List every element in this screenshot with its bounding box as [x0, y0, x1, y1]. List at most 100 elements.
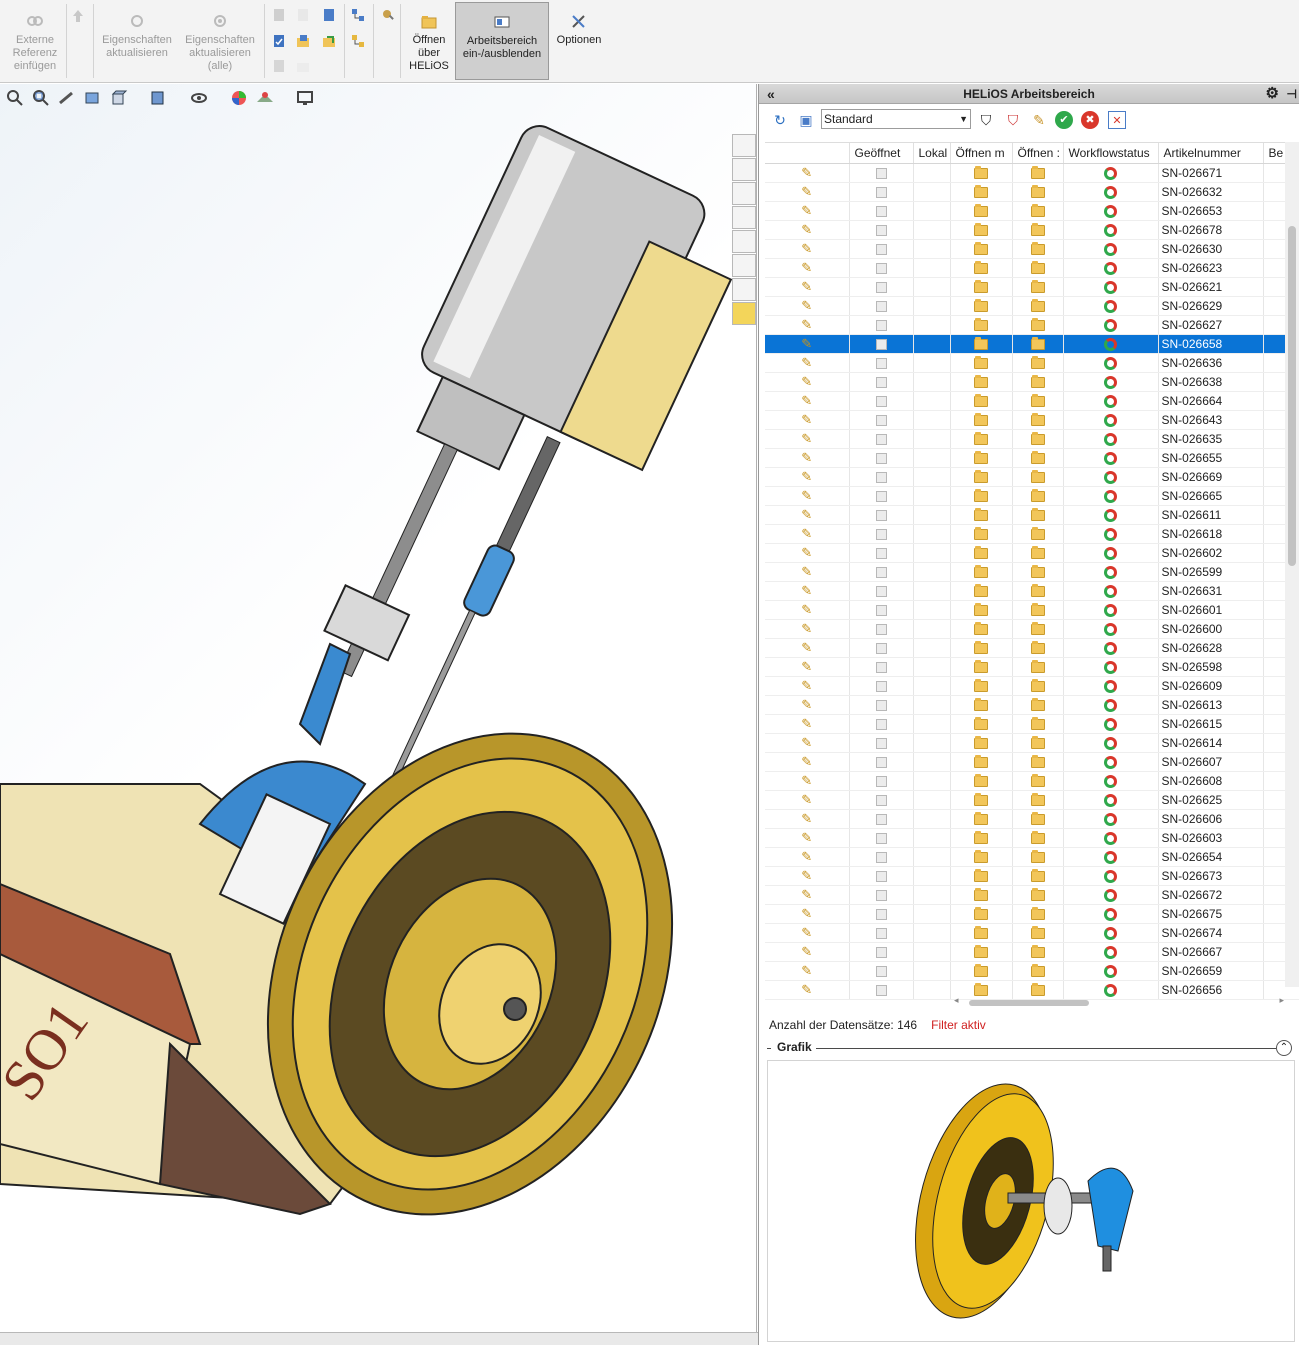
grid-vertical-scrollbar[interactable] [1285, 142, 1299, 987]
edit-cell[interactable]: ✎ [765, 942, 850, 962]
design-library-tab-icon[interactable] [732, 158, 756, 181]
open-cell[interactable] [1012, 201, 1064, 221]
custom-properties-tab-icon[interactable] [732, 254, 756, 277]
opened-checkbox[interactable] [875, 946, 887, 958]
edit-cell[interactable]: ✎ [765, 448, 850, 468]
appearances-tab-icon[interactable] [732, 230, 756, 253]
open-with-cell[interactable] [950, 372, 1013, 392]
edit-cell[interactable]: ✎ [765, 201, 850, 221]
scroll-right-icon[interactable]: ▸ [1279, 995, 1284, 1006]
opened-checkbox[interactable] [875, 984, 887, 996]
edit-cell[interactable]: ✎ [765, 163, 850, 183]
edit-cell[interactable]: ✎ [765, 391, 850, 411]
opened-checkbox[interactable] [875, 965, 887, 977]
opened-checkbox[interactable] [875, 300, 887, 312]
helios-tab-icon[interactable] [732, 302, 756, 325]
edit-cell[interactable]: ✎ [765, 581, 850, 601]
table-row[interactable]: ✎ SN-026669 [765, 467, 1299, 487]
open-with-cell[interactable] [950, 638, 1013, 658]
opened-cell[interactable] [849, 277, 914, 297]
table-row[interactable]: ✎ SN-026632 [765, 182, 1299, 202]
table-row[interactable]: ✎ SN-026608 [765, 771, 1299, 791]
table-row[interactable]: ✎ SN-026672 [765, 885, 1299, 905]
open-cell[interactable] [1012, 448, 1064, 468]
home-tab-icon[interactable] [732, 134, 756, 157]
table-row[interactable]: ✎ SN-026653 [765, 201, 1299, 221]
edit-cell[interactable]: ✎ [765, 524, 850, 544]
table-row[interactable]: ✎ SN-026606 [765, 809, 1299, 829]
open-with-cell[interactable] [950, 543, 1013, 563]
structure-folder-icon[interactable] [350, 33, 366, 49]
column-header-workflow-status[interactable]: Workflowstatus [1063, 143, 1159, 164]
open-cell[interactable] [1012, 828, 1064, 848]
opened-cell[interactable] [849, 904, 914, 924]
table-row[interactable]: ✎ SN-026636 [765, 353, 1299, 373]
grid-horizontal-scrollbar[interactable]: ◂ ▸ [954, 995, 1284, 1009]
open-with-cell[interactable] [950, 790, 1013, 810]
edit-cell[interactable]: ✎ [765, 923, 850, 943]
edit-cell[interactable]: ✎ [765, 809, 850, 829]
edit-cell[interactable]: ✎ [765, 220, 850, 240]
opened-cell[interactable] [849, 353, 914, 373]
edit-cell[interactable]: ✎ [765, 277, 850, 297]
column-header-opened[interactable]: Geöffnet [849, 143, 914, 164]
open-with-cell[interactable] [950, 923, 1013, 943]
open-cell[interactable] [1012, 790, 1064, 810]
opened-checkbox[interactable] [875, 509, 887, 521]
table-row[interactable]: ✎ SN-026678 [765, 220, 1299, 240]
open-cell[interactable] [1012, 961, 1064, 981]
edit-cell[interactable]: ✎ [765, 885, 850, 905]
document-disabled-icon[interactable] [271, 58, 287, 74]
open-with-cell[interactable] [950, 315, 1013, 335]
open-with-cell[interactable] [950, 619, 1013, 639]
table-row[interactable]: ✎ SN-026654 [765, 847, 1299, 867]
open-cell[interactable] [1012, 467, 1064, 487]
open-with-cell[interactable] [950, 201, 1013, 221]
opened-cell[interactable] [849, 239, 914, 259]
table-row[interactable]: ✎ SN-026621 [765, 277, 1299, 297]
opened-checkbox[interactable] [875, 395, 887, 407]
table-row[interactable]: ✎ SN-026658 [765, 334, 1299, 354]
opened-cell[interactable] [849, 733, 914, 753]
table-row[interactable]: ✎ SN-026673 [765, 866, 1299, 886]
opened-cell[interactable] [849, 182, 914, 202]
open-cell[interactable] [1012, 866, 1064, 886]
opened-cell[interactable] [849, 220, 914, 240]
opened-cell[interactable] [849, 847, 914, 867]
opened-checkbox[interactable] [875, 357, 887, 369]
open-cell[interactable] [1012, 543, 1064, 563]
table-row[interactable]: ✎ SN-026599 [765, 562, 1299, 582]
opened-cell[interactable] [849, 961, 914, 981]
edit-cell[interactable]: ✎ [765, 676, 850, 696]
open-with-cell[interactable] [950, 258, 1013, 278]
opened-cell[interactable] [849, 391, 914, 411]
open-with-cell[interactable] [950, 733, 1013, 753]
table-row[interactable]: ✎ SN-026601 [765, 600, 1299, 620]
edit-cell[interactable]: ✎ [765, 258, 850, 278]
opened-cell[interactable] [849, 866, 914, 886]
open-with-cell[interactable] [950, 182, 1013, 202]
opened-checkbox[interactable] [875, 490, 887, 502]
opened-checkbox[interactable] [875, 794, 887, 806]
table-row[interactable]: ✎ SN-026671 [765, 163, 1299, 183]
up-arrow-icon[interactable] [70, 8, 86, 24]
table-row[interactable]: ✎ SN-026618 [765, 524, 1299, 544]
open-cell[interactable] [1012, 904, 1064, 924]
opened-checkbox[interactable] [875, 642, 887, 654]
opened-checkbox[interactable] [875, 908, 887, 920]
edit-cell[interactable]: ✎ [765, 296, 850, 316]
opened-checkbox[interactable] [875, 927, 887, 939]
document-check-icon[interactable] [271, 33, 287, 49]
edit-cell[interactable]: ✎ [765, 372, 850, 392]
open-cell[interactable] [1012, 486, 1064, 506]
image-view-icon[interactable]: ▣ [797, 111, 815, 129]
edit-cell[interactable]: ✎ [765, 866, 850, 886]
table-row[interactable]: ✎ SN-026664 [765, 391, 1299, 411]
opened-checkbox[interactable] [875, 186, 887, 198]
open-cell[interactable] [1012, 562, 1064, 582]
check-icon[interactable]: ✔ [1055, 111, 1073, 129]
update-properties-button[interactable]: Eigenschaften aktualisieren [97, 2, 177, 80]
opened-checkbox[interactable] [875, 756, 887, 768]
column-header-local[interactable]: Lokal [913, 143, 951, 164]
opened-cell[interactable] [849, 524, 914, 544]
